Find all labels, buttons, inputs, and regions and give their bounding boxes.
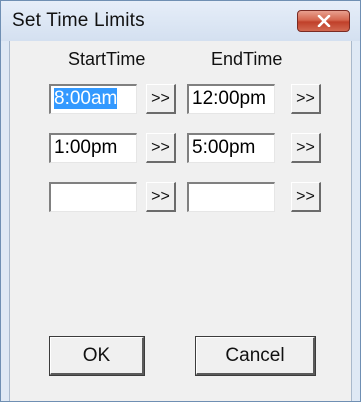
end-time-value-2: 5:00pm	[192, 137, 256, 158]
title-bar[interactable]: Set Time Limits	[1, 1, 360, 41]
start-time-value-1: 8:00am	[54, 88, 118, 109]
end-time-field-3[interactable]	[187, 182, 275, 212]
end-time-picker-button-1[interactable]: >>	[291, 84, 321, 114]
close-button[interactable]	[297, 10, 350, 32]
start-time-field-1[interactable]: 8:00am	[49, 84, 137, 114]
start-time-picker-button-3[interactable]: >>	[146, 182, 176, 212]
dialog-window: Set Time Limits StartTime EndTime 8:00am…	[0, 0, 361, 402]
end-time-field-1[interactable]: 12:00pm	[187, 84, 275, 114]
end-time-picker-button-3[interactable]: >>	[291, 182, 321, 212]
close-icon	[317, 15, 330, 27]
ok-button[interactable]: OK	[49, 336, 145, 376]
end-time-field-2[interactable]: 5:00pm	[187, 133, 275, 163]
end-time-value-1: 12:00pm	[192, 88, 266, 109]
start-time-picker-button-2[interactable]: >>	[146, 133, 176, 163]
cancel-button[interactable]: Cancel	[195, 336, 316, 376]
dialog-title: Set Time Limits	[12, 10, 145, 31]
end-time-picker-button-2[interactable]: >>	[291, 133, 321, 163]
start-time-field-3[interactable]	[49, 182, 137, 212]
end-time-header: EndTime	[211, 49, 283, 69]
start-time-value-2: 1:00pm	[54, 137, 118, 158]
start-time-picker-button-1[interactable]: >>	[146, 84, 176, 114]
start-time-header: StartTime	[68, 49, 146, 69]
start-time-field-2[interactable]: 1:00pm	[49, 133, 137, 163]
